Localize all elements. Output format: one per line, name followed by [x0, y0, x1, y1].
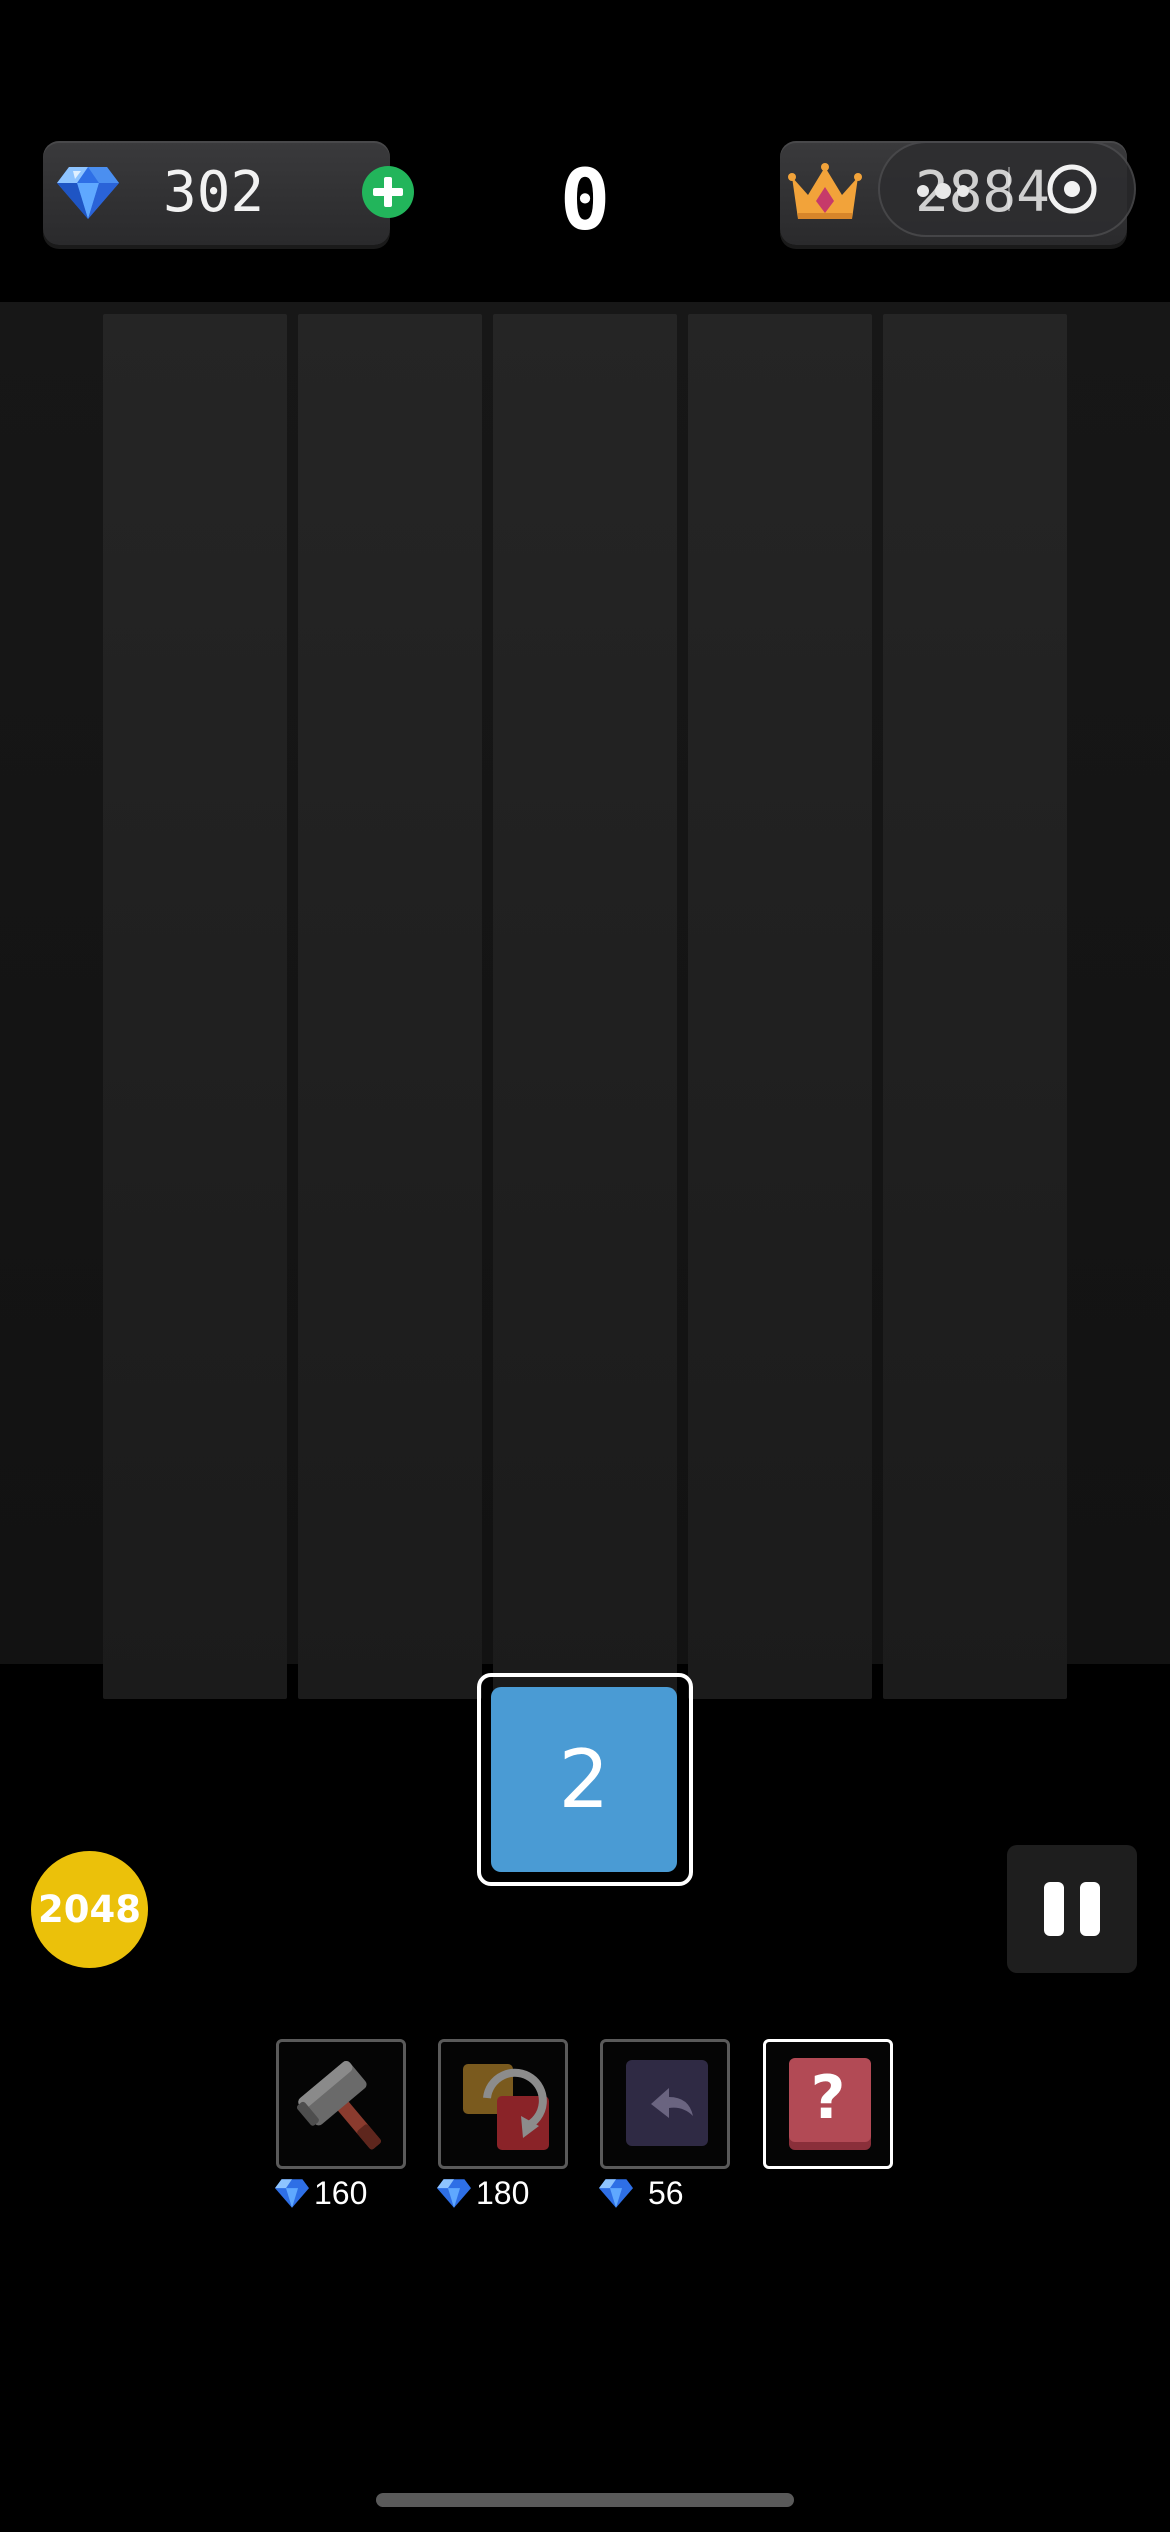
mystery-label: ? — [810, 2063, 846, 2133]
board-column-1[interactable] — [103, 314, 287, 1699]
gem-icon — [437, 2179, 471, 2208]
more-options-icon[interactable] — [915, 181, 971, 201]
gem-icon — [57, 167, 119, 219]
crown-icon — [788, 163, 862, 219]
goal-badge[interactable]: 2048 — [31, 1851, 148, 1968]
board-column-4[interactable] — [688, 314, 872, 1699]
plus-icon — [373, 177, 403, 207]
capsule-divider — [1008, 167, 1010, 211]
home-indicator[interactable] — [376, 2493, 794, 2507]
close-target-icon[interactable] — [1046, 163, 1098, 215]
powerup-mystery-button[interactable]: ? — [763, 2039, 893, 2169]
hammer-price: 160 — [272, 2173, 367, 2213]
gem-balance-panel: 302 — [43, 141, 414, 245]
add-gems-button[interactable] — [362, 166, 414, 218]
undo-price-value: 56 — [648, 2174, 684, 2211]
undo-price: 56 — [596, 2173, 684, 2213]
best-score-panel: 2884 — [780, 141, 1136, 245]
swap-price-value: 180 — [476, 2174, 530, 2211]
gem-icon — [599, 2179, 633, 2208]
board-column-2[interactable] — [298, 314, 482, 1699]
powerup-undo-button[interactable] — [600, 2039, 730, 2169]
powerup-swap-button[interactable] — [438, 2039, 568, 2169]
powerup-hammer-button[interactable] — [276, 2039, 406, 2169]
swap-price: 180 — [434, 2173, 529, 2213]
gem-count: 302 — [163, 160, 265, 225]
game-board — [0, 302, 1170, 1699]
undo-icon — [626, 2060, 708, 2146]
board-column-3[interactable] — [493, 314, 677, 1699]
current-score: 0 — [559, 151, 611, 249]
hammer-icon — [296, 2061, 381, 2150]
hammer-price-value: 160 — [314, 2174, 368, 2211]
pause-icon — [1044, 1882, 1100, 1936]
gem-icon — [275, 2179, 309, 2208]
pause-button[interactable] — [1007, 1845, 1137, 1973]
next-tile[interactable]: 2 — [491, 1687, 677, 1872]
board-column-5[interactable] — [883, 314, 1067, 1699]
swap-icon — [463, 2064, 549, 2150]
